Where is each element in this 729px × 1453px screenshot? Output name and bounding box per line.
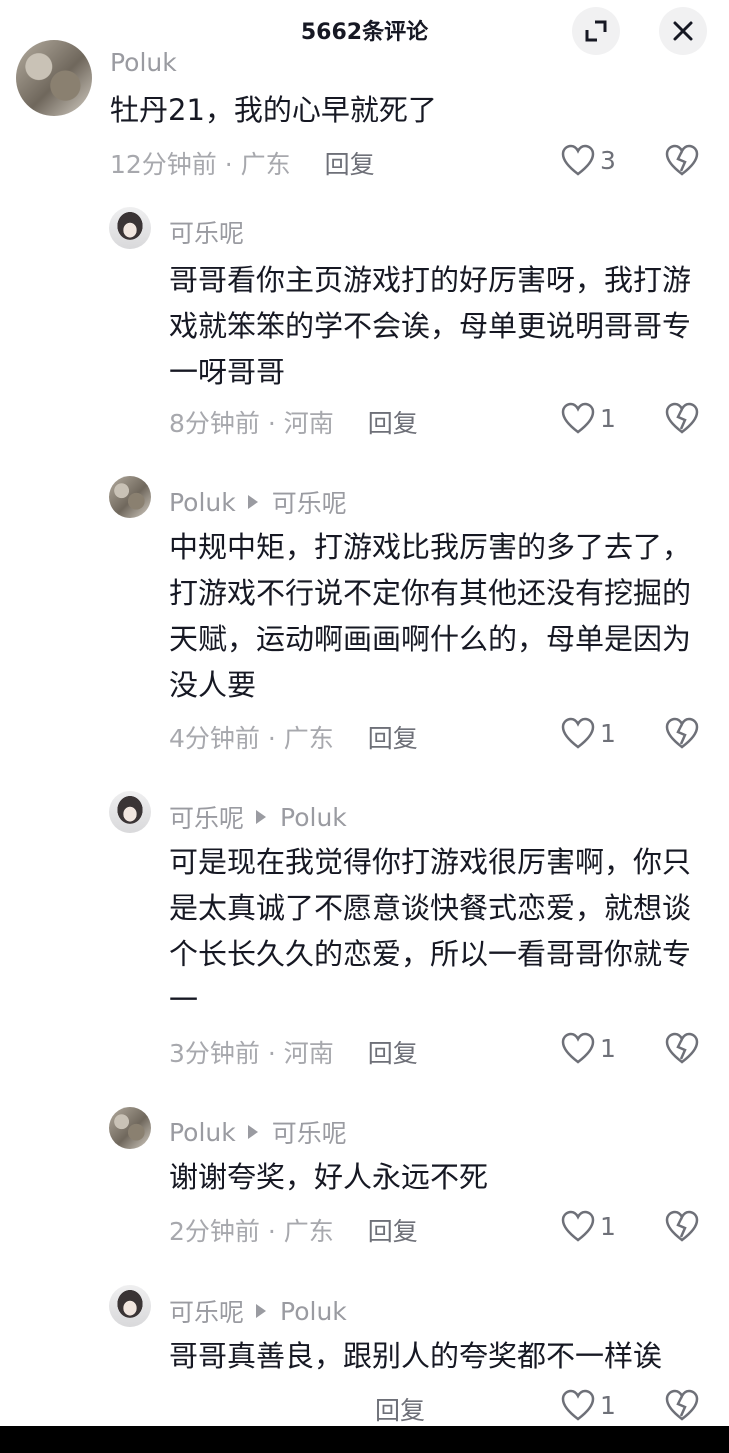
like-button[interactable]: 3 (560, 143, 616, 177)
comment-text: 中规中矩，打游戏比我厉害的多了去了，打游戏不行说不定你有其他还没有挖掘的天赋，运… (169, 530, 692, 702)
dislike-icon (665, 144, 699, 176)
comment-text: 哥哥真善良，跟别人的夸奖都不一样诶 (169, 1339, 663, 1373)
reply-target[interactable]: Poluk (280, 1297, 347, 1326)
comment-author[interactable]: 可乐呢 (169, 799, 244, 835)
avatar[interactable] (109, 476, 151, 518)
dislike-button[interactable] (664, 1031, 700, 1069)
heart-icon (561, 1210, 595, 1242)
comment-time-location: 8分钟前 · 河南 (169, 409, 334, 438)
comment-meta: 2分钟前 · 广东 回复 (169, 1212, 418, 1248)
avatar[interactable] (109, 791, 151, 833)
reply-target[interactable]: 可乐呢 (272, 484, 347, 520)
comment-meta: 8分钟前 · 河南 回复 (169, 404, 418, 440)
reply-target[interactable]: Poluk (280, 803, 347, 832)
dislike-icon (665, 1389, 699, 1421)
comment-author[interactable]: Poluk (169, 1118, 236, 1147)
comment-meta: 回复 (169, 1391, 425, 1427)
like-button[interactable]: 1 (560, 1388, 616, 1422)
reply-button[interactable]: 回复 (368, 1217, 418, 1246)
comment-author[interactable]: Poluk (169, 488, 236, 517)
close-button[interactable] (659, 7, 707, 55)
reply-arrow-icon (247, 1125, 258, 1139)
like-count: 1 (600, 718, 616, 748)
like-button[interactable]: 1 (560, 1031, 616, 1065)
heart-icon (561, 1389, 595, 1421)
reply-button[interactable]: 回复 (325, 150, 375, 179)
heart-icon (561, 1032, 595, 1064)
heart-icon (561, 717, 595, 749)
reply-button[interactable]: 回复 (368, 1039, 418, 1068)
dislike-icon (665, 402, 699, 434)
comment-time-location: 3分钟前 · 河南 (169, 1039, 334, 1068)
like-button[interactable]: 1 (560, 716, 616, 750)
comment-meta: 4分钟前 · 广东 回复 (169, 719, 418, 755)
like-count: 1 (600, 1211, 616, 1241)
comment-text: 可是现在我觉得你打游戏很厉害啊，你只是太真诚了不愿意谈快餐式恋爱，就想谈个长长久… (169, 845, 692, 1017)
dislike-icon (665, 1032, 699, 1064)
comment-author-row: 可乐呢 (169, 214, 244, 250)
comment-author-row: 可乐呢 Poluk (169, 799, 347, 835)
reply-button[interactable]: 回复 (368, 409, 418, 438)
comment-author-row: Poluk 可乐呢 (169, 484, 347, 520)
reply-button[interactable]: 回复 (368, 724, 418, 753)
dislike-button[interactable] (664, 1209, 700, 1247)
comment-author-row: Poluk 可乐呢 (169, 1114, 347, 1150)
comment-text: 哥哥看你主页游戏打的好厉害呀，我打游戏就笨笨的学不会诶，母单更说明哥哥专一呀哥哥 (169, 263, 692, 389)
comment-time-location: 2分钟前 · 广东 (169, 1217, 334, 1246)
reply-target[interactable]: 可乐呢 (272, 1114, 347, 1150)
like-button[interactable]: 1 (560, 1209, 616, 1243)
expand-button[interactable] (572, 7, 620, 55)
like-count: 1 (600, 1390, 616, 1420)
expand-icon (585, 20, 607, 42)
reply-button[interactable]: 回复 (375, 1396, 425, 1425)
like-count: 1 (600, 1033, 616, 1063)
comment-author-row: Poluk (110, 48, 177, 77)
dislike-button[interactable] (664, 1388, 700, 1426)
comment-author[interactable]: 可乐呢 (169, 1293, 244, 1329)
avatar[interactable] (109, 1285, 151, 1327)
heart-icon (561, 144, 595, 176)
dislike-button[interactable] (664, 143, 700, 181)
avatar[interactable] (109, 207, 151, 249)
reply-arrow-icon (256, 810, 267, 824)
avatar[interactable] (109, 1107, 151, 1149)
avatar[interactable] (16, 40, 92, 116)
like-count: 1 (600, 403, 616, 433)
dislike-button[interactable] (664, 716, 700, 754)
comment-author[interactable]: Poluk (110, 48, 177, 77)
reply-arrow-icon (247, 495, 258, 509)
dislike-icon (665, 717, 699, 749)
comment-time-location: 4分钟前 · 广东 (169, 724, 334, 753)
comment-text: 牡丹21，我的心早就死了 (110, 93, 437, 127)
dislike-icon (665, 1210, 699, 1242)
comment-text: 谢谢夸奖，好人永远不死 (169, 1160, 489, 1194)
comment-time-location: 12分钟前 · 广东 (110, 150, 291, 179)
bottom-bar (0, 1426, 729, 1453)
comment-author-row: 可乐呢 Poluk (169, 1293, 347, 1329)
reply-arrow-icon (256, 1304, 267, 1318)
close-icon (673, 21, 693, 41)
like-count: 3 (600, 145, 616, 175)
dislike-button[interactable] (664, 401, 700, 439)
comment-meta: 12分钟前 · 广东 回复 (110, 145, 375, 181)
comment-meta: 3分钟前 · 河南 回复 (169, 1034, 418, 1070)
like-button[interactable]: 1 (560, 401, 616, 435)
heart-icon (561, 402, 595, 434)
comment-author[interactable]: 可乐呢 (169, 214, 244, 250)
